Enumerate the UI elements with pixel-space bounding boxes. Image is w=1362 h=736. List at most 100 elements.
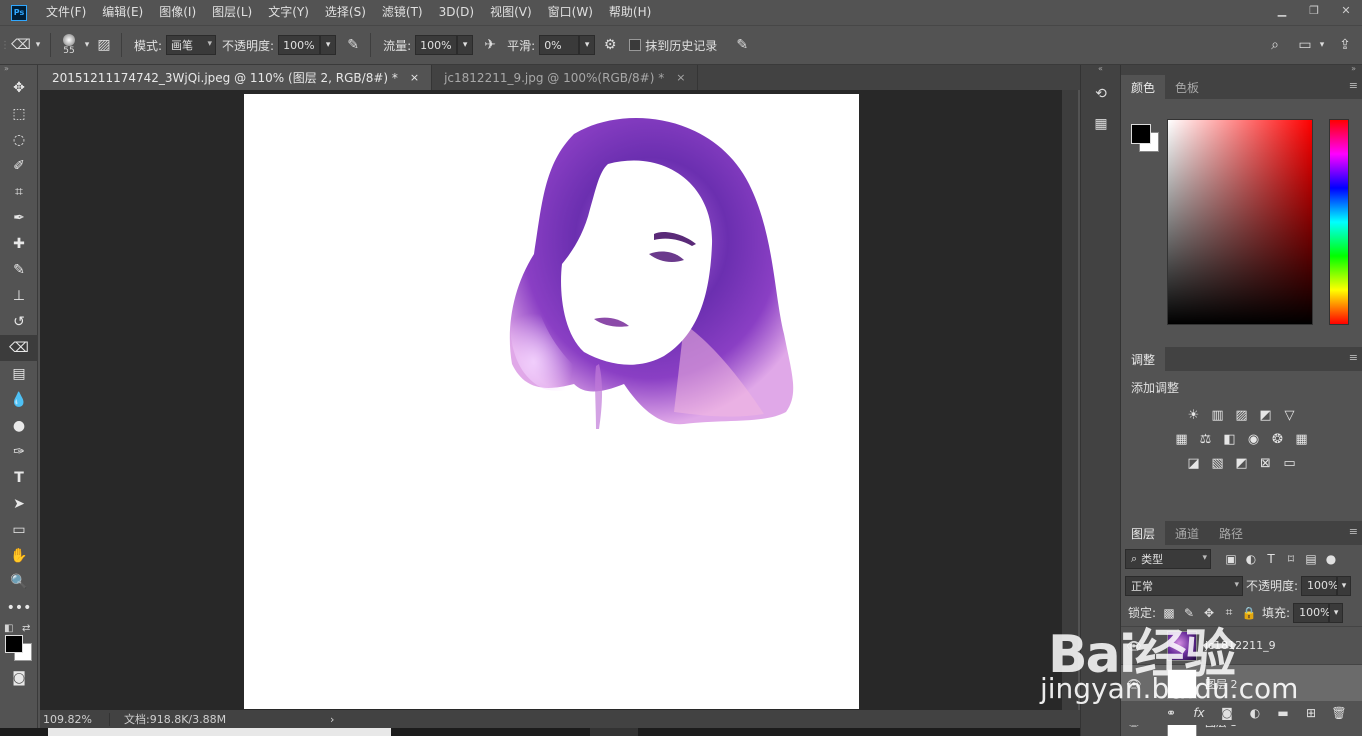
taskbar-search-box[interactable] — [48, 728, 391, 736]
chevron-right-icon[interactable]: › — [330, 713, 334, 726]
eye-icon[interactable]: 👁 — [1121, 639, 1147, 653]
lasso-tool-icon[interactable]: ◌ — [0, 127, 38, 153]
menu-3d[interactable]: 3D(D) — [431, 0, 482, 25]
crop-tool-icon[interactable]: ⌗ — [0, 179, 38, 205]
black-white-icon[interactable]: ◧ — [1221, 430, 1239, 448]
vibrance-icon[interactable]: ▽ — [1281, 406, 1299, 424]
selective-color-icon[interactable]: ⊠ — [1257, 454, 1275, 472]
search-icon[interactable]: ⌕ — [1264, 34, 1286, 56]
photo-filter-icon[interactable]: ◉ — [1245, 430, 1263, 448]
panel-menu-icon[interactable]: ≡ — [1349, 79, 1358, 92]
lock-transparency-icon[interactable]: ▩ — [1159, 603, 1179, 623]
menu-type[interactable]: 文字(Y) — [260, 0, 317, 25]
chevron-down-icon[interactable]: ▾ — [81, 34, 93, 56]
gradient-map-icon[interactable]: ▭ — [1281, 454, 1299, 472]
color-balance-icon[interactable]: ⚖ — [1197, 430, 1215, 448]
layer-row[interactable]: 👁 图层 2 — [1121, 664, 1362, 702]
menu-select[interactable]: 选择(S) — [317, 0, 374, 25]
zoom-tool-icon[interactable]: 🔍 — [0, 569, 38, 595]
properties-panel-icon[interactable]: ▦ — [1081, 109, 1121, 139]
close-icon[interactable]: ✕ — [1330, 0, 1362, 20]
workspace-icon[interactable]: ▭ — [1294, 34, 1316, 56]
history-panel-icon[interactable]: ⟲ — [1081, 79, 1121, 109]
curves-icon[interactable]: ▨ — [1233, 406, 1251, 424]
new-layer-icon[interactable]: ⊞ — [1301, 703, 1321, 723]
more-tools-icon[interactable]: ••• — [0, 595, 38, 621]
default-colors-icon[interactable]: ◧ — [4, 623, 13, 634]
taskbar-app-button[interactable] — [590, 728, 638, 736]
vertical-scrollbar[interactable] — [1062, 90, 1078, 710]
eyedropper-tool-icon[interactable]: ✒ — [0, 205, 38, 231]
lock-pixels-icon[interactable]: ✎ — [1179, 603, 1199, 623]
hue-saturation-icon[interactable]: ▦ — [1173, 430, 1191, 448]
menu-layer[interactable]: 图层(L) — [204, 0, 260, 25]
layer-row[interactable]: 👁 jc1812211_9 — [1121, 626, 1362, 664]
link-icon[interactable]: ⚭ — [1161, 703, 1181, 723]
filter-smart-object-icon[interactable]: ▤ — [1301, 549, 1321, 569]
eye-icon[interactable]: 👁 — [1121, 677, 1147, 691]
tab-document-1[interactable]: 20151211174742_3WjQi.jpeg @ 110% (图层 2, … — [40, 65, 433, 90]
swap-colors-icon[interactable]: ⇄ — [22, 623, 30, 634]
erase-to-history-checkbox[interactable] — [629, 39, 642, 51]
invert-icon[interactable]: ◪ — [1185, 454, 1203, 472]
eraser-tool-preset-icon[interactable]: ⌫ — [10, 34, 32, 56]
brush-tool-icon[interactable]: ✎ — [0, 257, 38, 283]
adjustment-layer-icon[interactable]: ◐ — [1245, 703, 1265, 723]
tab-adjustments[interactable]: 调整 — [1121, 347, 1166, 371]
threshold-icon[interactable]: ◩ — [1233, 454, 1251, 472]
blur-tool-icon[interactable]: 💧 — [0, 387, 38, 413]
filter-type-icon[interactable]: T — [1261, 549, 1281, 569]
blend-mode-select[interactable]: 正常 ▾ — [1125, 575, 1243, 596]
hue-slider[interactable] — [1329, 119, 1349, 325]
mode-select[interactable]: 画笔 ▾ — [166, 35, 217, 55]
mask-icon[interactable]: ◙ — [1217, 703, 1237, 723]
fill-input[interactable]: 100% — [1293, 602, 1331, 623]
filter-pixel-icon[interactable]: ▣ — [1221, 549, 1241, 569]
pressure-size-icon[interactable]: ✎ — [731, 34, 753, 56]
menu-window[interactable]: 窗口(W) — [540, 0, 601, 25]
tab-layers[interactable]: 图层 — [1121, 521, 1166, 545]
pressure-opacity-icon[interactable]: ✎ — [342, 34, 364, 56]
quick-mask-icon[interactable]: ◙ — [0, 665, 38, 691]
tab-channels[interactable]: 通道 — [1165, 521, 1209, 545]
chevron-down-icon[interactable]: ▾ — [1316, 34, 1328, 56]
dodge-tool-icon[interactable]: ● — [0, 413, 38, 439]
brightness-icon[interactable]: ☀ — [1185, 406, 1203, 424]
close-icon[interactable]: × — [410, 71, 419, 84]
layer-opacity-input[interactable]: 100% — [1301, 575, 1339, 596]
filter-shape-icon[interactable]: ⌑ — [1281, 549, 1301, 569]
tab-paths[interactable]: 路径 — [1209, 521, 1253, 545]
tab-swatches[interactable]: 色板 — [1165, 75, 1209, 99]
menu-edit[interactable]: 编辑(E) — [94, 0, 151, 25]
color-lookup-icon[interactable]: ▦ — [1293, 430, 1311, 448]
chevron-down-icon[interactable]: ▾ — [32, 34, 44, 56]
foreground-color-swatch[interactable] — [1131, 124, 1151, 144]
layer-name[interactable]: jc1812211_9 — [1205, 639, 1276, 652]
levels-icon[interactable]: ▥ — [1209, 406, 1227, 424]
move-tool-icon[interactable]: ✥ — [0, 75, 38, 101]
share-icon[interactable]: ⇪ — [1334, 34, 1356, 56]
collapse-arrows-icon[interactable]: » — [0, 65, 37, 75]
menu-file[interactable]: 文件(F) — [38, 0, 94, 25]
collapse-arrows-icon[interactable]: » — [1121, 65, 1362, 75]
healing-brush-tool-icon[interactable]: ✚ — [0, 231, 38, 257]
opacity-dropdown[interactable]: ▾ — [320, 35, 337, 55]
hand-tool-icon[interactable]: ✋ — [0, 543, 38, 569]
quick-selection-tool-icon[interactable]: ✐ — [0, 153, 38, 179]
zoom-level[interactable]: 109.82% — [40, 712, 110, 726]
path-selection-tool-icon[interactable]: ➤ — [0, 491, 38, 517]
marquee-tool-icon[interactable]: ⬚ — [0, 101, 38, 127]
trash-icon[interactable]: 🗑 — [1329, 703, 1349, 723]
fill-dropdown[interactable]: ▾ — [1329, 602, 1344, 623]
fx-icon[interactable]: fx — [1189, 703, 1209, 723]
lock-all-icon[interactable]: 🔒 — [1239, 603, 1259, 623]
flow-dropdown[interactable]: ▾ — [457, 35, 474, 55]
type-tool-icon[interactable]: T — [0, 465, 38, 491]
history-brush-tool-icon[interactable]: ↺ — [0, 309, 38, 335]
menu-help[interactable]: 帮助(H) — [601, 0, 659, 25]
flow-input[interactable]: 100% — [415, 35, 458, 55]
tab-color[interactable]: 颜色 — [1121, 75, 1166, 99]
smoothing-input[interactable]: 0% — [539, 35, 580, 55]
layer-name[interactable]: 图层 2 — [1205, 676, 1238, 692]
smoothing-dropdown[interactable]: ▾ — [579, 35, 596, 55]
